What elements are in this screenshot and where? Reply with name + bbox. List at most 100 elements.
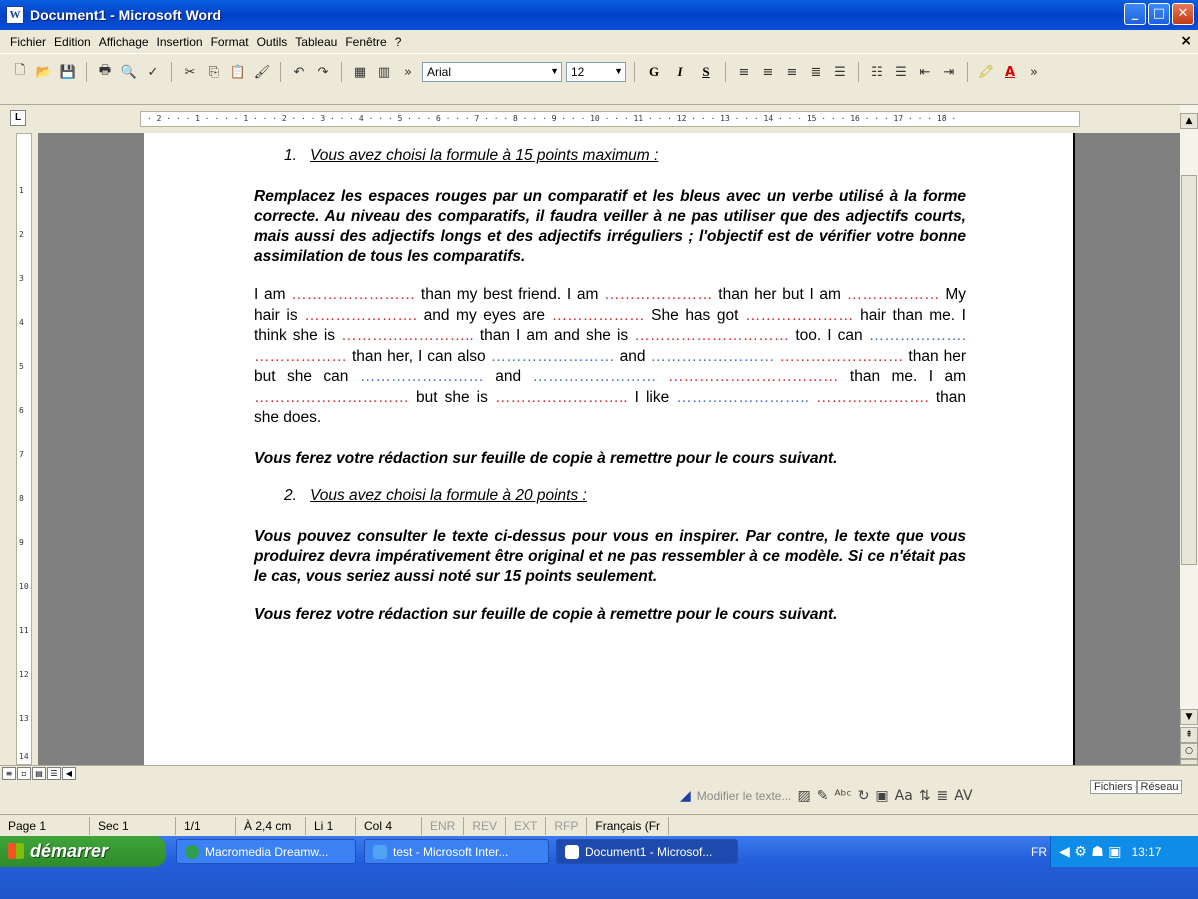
red-blank[interactable]: …………………. (816, 389, 929, 406)
free-rotate-icon[interactable]: ↻ (858, 788, 870, 804)
align-left-icon[interactable]: ≡ (734, 62, 754, 82)
status-rev[interactable]: REV (464, 816, 507, 835)
document-close-icon[interactable]: × (1180, 33, 1192, 49)
maximize-button[interactable]: □ (1148, 3, 1170, 25)
red-blank[interactable]: ……………… (254, 348, 347, 365)
outline-view-icon[interactable]: ☰ (47, 767, 61, 780)
new-document-icon[interactable]: 🗋 (10, 62, 30, 82)
wordart-gallery-icon[interactable]: ▨ (798, 788, 811, 804)
menu-outils[interactable]: Outils (257, 35, 288, 49)
same-height-icon[interactable]: Aa (895, 788, 913, 804)
browse-object-icon[interactable]: ○ (1180, 743, 1198, 759)
redo-icon[interactable]: ↷ (313, 62, 333, 82)
close-button[interactable]: ✕ (1172, 3, 1194, 25)
previous-page-icon[interactable]: ⇞ (1180, 727, 1198, 743)
font-size-select[interactable]: 12 ▼ (566, 62, 626, 82)
highlight-icon[interactable]: 🖍 (976, 62, 996, 82)
font-color-icon[interactable]: A (1000, 62, 1020, 82)
format-painter-icon[interactable]: 🖌 (252, 62, 272, 82)
document-page[interactable]: 1. Vous avez choisi la formule à 15 point… (144, 133, 1075, 765)
wordart-shape-icon[interactable]: ᴬᵇᶜ (834, 788, 851, 804)
justify-icon[interactable]: ≣ (806, 62, 826, 82)
task-internet-explorer[interactable]: test - Microsoft Inter... (364, 839, 549, 864)
document-content[interactable]: 1. Vous avez choisi la formule à 15 point… (254, 147, 966, 643)
red-blank[interactable]: ………………… (604, 286, 713, 303)
bullets-icon[interactable]: ☰ (891, 62, 911, 82)
word-icon[interactable]: W (6, 6, 24, 24)
open-icon[interactable]: 📂 (34, 62, 54, 82)
red-blank[interactable]: …………………… (291, 286, 415, 303)
columns-icon[interactable]: ▥ (374, 62, 394, 82)
task-word[interactable]: Document1 - Microsof... (556, 839, 738, 864)
print-layout-icon[interactable]: ▤ (32, 767, 46, 780)
blue-blank[interactable]: …………………….. (676, 389, 809, 406)
normal-view-icon[interactable]: ≡ (2, 767, 16, 780)
red-blank[interactable]: ………………………… (254, 389, 409, 406)
cut-icon[interactable]: ✂ (180, 62, 200, 82)
web-view-icon[interactable]: ▫ (17, 767, 31, 780)
format-wordart-icon[interactable]: ✎ (817, 788, 829, 804)
numbering-icon[interactable]: ☷ (867, 62, 887, 82)
clock[interactable]: 13:17 (1131, 845, 1161, 859)
menu-format[interactable]: Format (211, 35, 249, 49)
scroll-down-icon[interactable]: ▼ (1180, 709, 1198, 725)
align-center-icon[interactable]: ≡ (758, 62, 778, 82)
align-right-icon[interactable]: ≡ (782, 62, 802, 82)
tab-selector[interactable]: L (10, 110, 26, 126)
bold-button[interactable]: G (643, 62, 665, 82)
menu-insertion[interactable]: Insertion (157, 35, 203, 49)
blue-blank[interactable]: …………………… (650, 348, 774, 365)
language-indicator[interactable]: FR (1027, 845, 1051, 859)
vertical-text-icon[interactable]: ⇅ (919, 788, 931, 804)
wordart-icon[interactable]: ◢ (680, 788, 691, 804)
underline-button[interactable]: S (695, 62, 717, 82)
italic-button[interactable]: I (669, 62, 691, 82)
red-blank[interactable]: …………………….. (495, 389, 628, 406)
red-blank[interactable]: ………………… (745, 307, 854, 324)
menu-edition[interactable]: Edition (54, 35, 91, 49)
red-blank[interactable]: …………………….. (341, 327, 474, 344)
undo-icon[interactable]: ↶ (289, 62, 309, 82)
blue-blank[interactable]: …………………… (533, 368, 657, 385)
menu-tableau[interactable]: Tableau (295, 35, 337, 49)
red-blank[interactable]: ……………… (552, 307, 645, 324)
red-blank[interactable]: …………………… (779, 348, 903, 365)
spelling-icon[interactable]: ✓ (143, 62, 163, 82)
blue-blank[interactable]: …………………… (360, 368, 484, 385)
red-blank[interactable]: …………………. (304, 307, 417, 324)
menu-affichage[interactable]: Affichage (99, 35, 149, 49)
text-wrap-icon[interactable]: ▣ (875, 788, 888, 804)
start-button[interactable]: démarrer (0, 836, 166, 867)
save-icon[interactable]: 💾 (58, 62, 78, 82)
menu-fenetre[interactable]: Fenêtre (345, 35, 386, 49)
tab-reseau[interactable]: Réseau (1136, 780, 1183, 794)
task-dreamweaver[interactable]: Macromedia Dreamw... (176, 839, 356, 864)
decrease-indent-icon[interactable]: ⇤ (915, 62, 935, 82)
blue-blank[interactable]: ………………. (869, 327, 966, 344)
status-rfp[interactable]: RFP (546, 816, 588, 835)
red-blank[interactable]: ………………………… (634, 327, 789, 344)
status-enr[interactable]: ENR (422, 816, 465, 835)
print-icon[interactable]: 🖶 (95, 62, 115, 82)
font-name-select[interactable]: Arial ▼ (422, 62, 562, 82)
more-icon[interactable]: » (1024, 62, 1044, 82)
scroll-thumb[interactable] (1181, 175, 1197, 565)
blue-blank[interactable]: …………………… (491, 348, 615, 365)
red-blank[interactable]: ……………… (847, 286, 940, 303)
print-preview-icon[interactable]: 🔍 (119, 62, 139, 82)
paste-icon[interactable]: 📋 (228, 62, 248, 82)
alignment-icon[interactable]: ≣ (937, 788, 949, 804)
table-icon[interactable]: ▦ (350, 62, 370, 82)
more-icon[interactable]: » (398, 62, 418, 82)
menu-fichier[interactable]: Fichier (10, 35, 46, 49)
minimize-button[interactable]: _ (1124, 3, 1146, 25)
increase-indent-icon[interactable]: ⇥ (939, 62, 959, 82)
horizontal-ruler[interactable]: · 2 · · · 1 · · · · 1 · · · 2 · · · 3 · … (140, 111, 1080, 127)
tray-icons[interactable]: ◀ ⚙ ☗ ▣ (1059, 844, 1121, 860)
tab-fichiers[interactable]: Fichiers (1090, 780, 1137, 794)
horizontal-scrollbar[interactable]: ≡ ▫ ▤ ☰ ◀ (0, 765, 1198, 782)
red-blank[interactable]: …………………………… (668, 368, 839, 385)
scroll-left-icon[interactable]: ◀ (62, 767, 76, 780)
copy-icon[interactable]: ⎘ (204, 62, 224, 82)
line-spacing-icon[interactable]: ☰ (830, 62, 850, 82)
